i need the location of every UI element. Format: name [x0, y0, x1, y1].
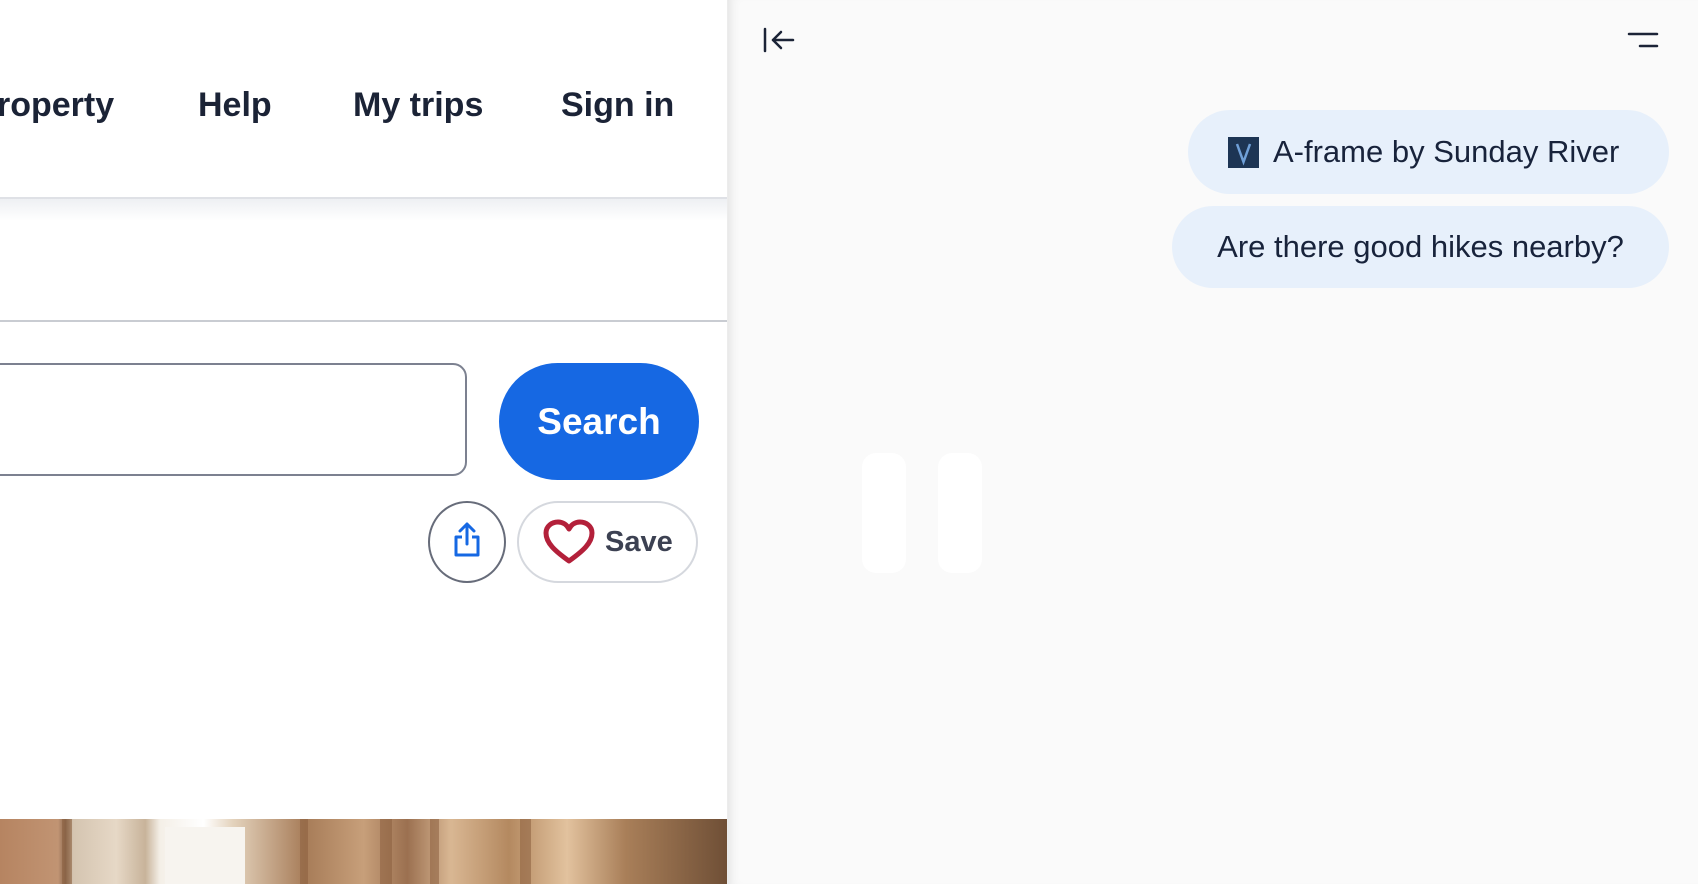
- nav-list-property-link[interactable]: roperty: [0, 86, 114, 125]
- property-photo: [0, 819, 727, 884]
- nav-my-trips-link[interactable]: My trips: [353, 86, 483, 125]
- save-label: Save: [605, 525, 673, 558]
- photo-post: [62, 819, 72, 884]
- menu-icon: [1626, 28, 1660, 57]
- photo-post: [300, 819, 308, 884]
- header-shadow: [0, 199, 727, 221]
- photo-shelf: [165, 827, 245, 884]
- heart-icon: [543, 519, 595, 565]
- share-button[interactable]: [428, 501, 506, 583]
- photo-post: [430, 819, 439, 884]
- property-context-chip[interactable]: A-frame by Sunday River: [1188, 110, 1669, 194]
- photo-post: [520, 819, 531, 884]
- share-icon: [451, 520, 483, 565]
- browser-page: roperty Help My trips Sign in Search Sav…: [0, 0, 727, 884]
- menu-button[interactable]: [1623, 22, 1663, 62]
- photo-post: [380, 819, 392, 884]
- user-question-bubble: Are there good hikes nearby?: [1172, 206, 1669, 288]
- pause-icon: [938, 453, 982, 573]
- pause-icon: [862, 453, 906, 573]
- nav-help-link[interactable]: Help: [198, 86, 272, 125]
- section-divider: [0, 320, 727, 322]
- collapse-left-icon: [762, 25, 796, 60]
- property-thumbnail-icon: [1228, 136, 1259, 168]
- top-navigation: roperty Help My trips Sign in: [0, 0, 727, 199]
- question-text: Are there good hikes nearby?: [1217, 229, 1624, 264]
- property-chip-label: A-frame by Sunday River: [1273, 134, 1620, 169]
- assistant-panel: A-frame by Sunday River Are there good h…: [727, 0, 1698, 884]
- save-button[interactable]: Save: [517, 501, 698, 583]
- search-button[interactable]: Search: [499, 363, 699, 480]
- collapse-panel-button[interactable]: [759, 22, 799, 62]
- search-input[interactable]: [0, 363, 467, 476]
- nav-sign-in-link[interactable]: Sign in: [561, 86, 674, 125]
